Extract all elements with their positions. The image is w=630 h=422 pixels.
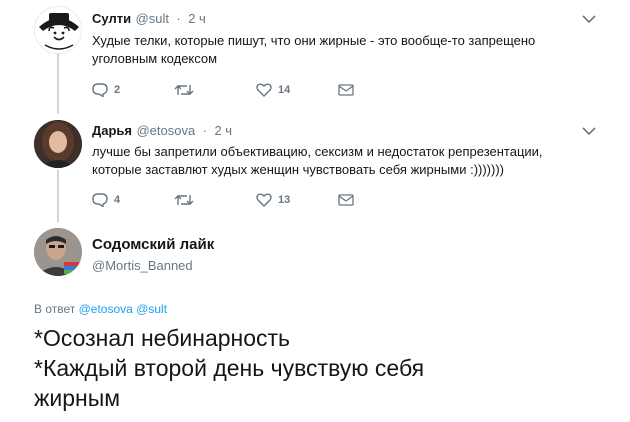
author-name[interactable]: Дарья bbox=[92, 123, 132, 138]
chevron-down-icon[interactable] bbox=[582, 126, 596, 136]
like-button[interactable]: 13 bbox=[256, 193, 338, 207]
thread-line bbox=[57, 170, 59, 222]
photo-avatar-icon bbox=[34, 228, 82, 276]
reply-prefix: В ответ bbox=[34, 302, 76, 316]
reply-icon bbox=[92, 193, 108, 207]
tweet-text: Худые телки, которые пишут, что они жирн… bbox=[92, 33, 536, 66]
text-line: *Осознал небинарность bbox=[34, 325, 291, 351]
retweet-button[interactable] bbox=[174, 83, 256, 97]
reply-count: 2 bbox=[114, 84, 121, 96]
separator-dot: · bbox=[202, 123, 207, 138]
reply-icon bbox=[92, 83, 108, 97]
like-count: 14 bbox=[278, 84, 291, 96]
reply-button[interactable]: 4 bbox=[92, 193, 174, 207]
heart-icon bbox=[256, 83, 272, 97]
retweet-button[interactable] bbox=[174, 193, 256, 207]
reply-user-link[interactable]: @sult bbox=[136, 302, 167, 316]
main-tweet-text: *Осознал небинарность *Каждый второй ден… bbox=[34, 323, 614, 413]
tweet-actions: 4 13 bbox=[92, 192, 354, 208]
text-line: *Каждый второй день чувствую себя bbox=[34, 355, 425, 381]
avatar-etosova[interactable] bbox=[34, 120, 82, 168]
reply-user-link[interactable]: @etosova bbox=[79, 302, 133, 316]
tweet-time[interactable]: 2 ч bbox=[214, 123, 232, 138]
photo-avatar-icon bbox=[34, 120, 82, 168]
author-handle[interactable]: @Mortis_Banned bbox=[92, 258, 193, 273]
envelope-icon bbox=[338, 84, 354, 96]
author-handle[interactable]: @sult bbox=[136, 11, 169, 26]
like-count: 13 bbox=[278, 194, 291, 206]
cartoon-face-icon bbox=[39, 13, 79, 50]
author-handle[interactable]: @etosova bbox=[136, 123, 195, 138]
avatar-sult[interactable] bbox=[34, 6, 82, 54]
tweet-header: Султи @sult · 2 ч bbox=[92, 10, 206, 28]
avatar-mortis[interactable] bbox=[34, 228, 82, 276]
message-button[interactable] bbox=[338, 194, 354, 206]
separator-dot: · bbox=[176, 11, 181, 26]
tweet-text: лучше бы запретили объективацию, сексизм… bbox=[92, 144, 543, 177]
author-name[interactable]: Султи bbox=[92, 11, 131, 26]
reply-to-line: В ответ @etosova @sult bbox=[34, 302, 167, 316]
tweet-time[interactable]: 2 ч bbox=[188, 11, 206, 26]
retweet-icon bbox=[174, 195, 194, 205]
retweet-icon bbox=[174, 85, 194, 95]
message-button[interactable] bbox=[338, 84, 354, 96]
text-line: жирным bbox=[34, 385, 121, 411]
reply-count: 4 bbox=[114, 194, 121, 206]
tweet-actions: 2 14 bbox=[92, 82, 354, 98]
author-name[interactable]: Содомский лайк bbox=[92, 236, 214, 253]
like-button[interactable]: 14 bbox=[256, 83, 338, 97]
tweet-header: Дарья @etosova · 2 ч bbox=[92, 122, 232, 140]
chevron-down-icon[interactable] bbox=[582, 14, 596, 24]
thread-line bbox=[57, 50, 59, 114]
envelope-icon bbox=[338, 194, 354, 206]
reply-button[interactable]: 2 bbox=[92, 83, 174, 97]
heart-icon bbox=[256, 193, 272, 207]
